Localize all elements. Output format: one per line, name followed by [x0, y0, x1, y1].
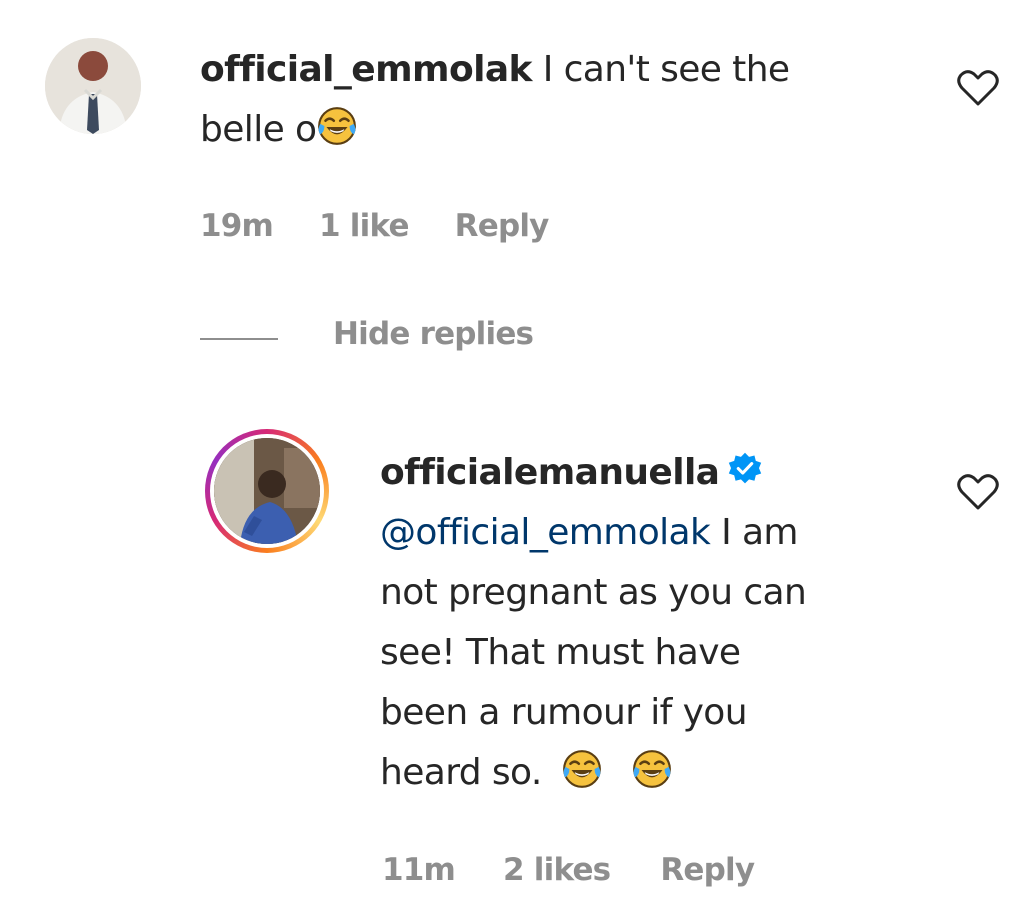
comment-text-line2: belle o: [200, 109, 317, 150]
reply-mention-link[interactable]: @official_emmolak: [380, 512, 711, 553]
replies-divider: [200, 338, 278, 340]
avatar-image: [214, 438, 320, 544]
comment-text-line1: I can't see the: [531, 49, 790, 90]
reply-time: 11m: [382, 852, 456, 888]
reply-meta-row: 11m 2 likes Reply: [382, 852, 755, 888]
reply-text-line2: not pregnant as you can: [380, 572, 807, 613]
verified-badge-icon: [729, 452, 762, 484]
comment-meta-row: 19m 1 like Reply: [200, 208, 549, 244]
comment-time: 19m: [200, 208, 274, 244]
reply-text-line5: heard so.: [380, 752, 542, 793]
face-with-tears-of-joy-icon: [318, 107, 357, 145]
avatar-officialemanuella[interactable]: [205, 429, 329, 553]
reply-reply-button[interactable]: Reply: [660, 852, 755, 888]
reply-text-line3: see! That must have: [380, 632, 741, 673]
reply-likes[interactable]: 2 likes: [503, 852, 611, 888]
like-heart-icon[interactable]: [956, 68, 1000, 108]
face-with-tears-of-joy-icon: [633, 750, 672, 788]
reply-text-line4: been a rumour if you: [380, 692, 748, 733]
comment-likes[interactable]: 1 like: [319, 208, 409, 244]
reply-body: officialemanuella @official_emmolak I am…: [380, 443, 940, 803]
hide-replies-button[interactable]: Hide replies: [333, 316, 534, 352]
avatar-image: [45, 38, 141, 134]
avatar-official-emmolak[interactable]: [45, 38, 141, 134]
like-heart-icon[interactable]: [956, 472, 1000, 512]
reply-text-line1: I am: [710, 512, 798, 553]
reply-username[interactable]: officialemanuella: [380, 452, 720, 493]
comment-reply-button[interactable]: Reply: [455, 208, 550, 244]
comment-username[interactable]: official_emmolak: [200, 49, 532, 90]
face-with-tears-of-joy-icon: [562, 750, 601, 788]
comment-body: official_emmolak I can't see the belle o: [200, 40, 900, 160]
